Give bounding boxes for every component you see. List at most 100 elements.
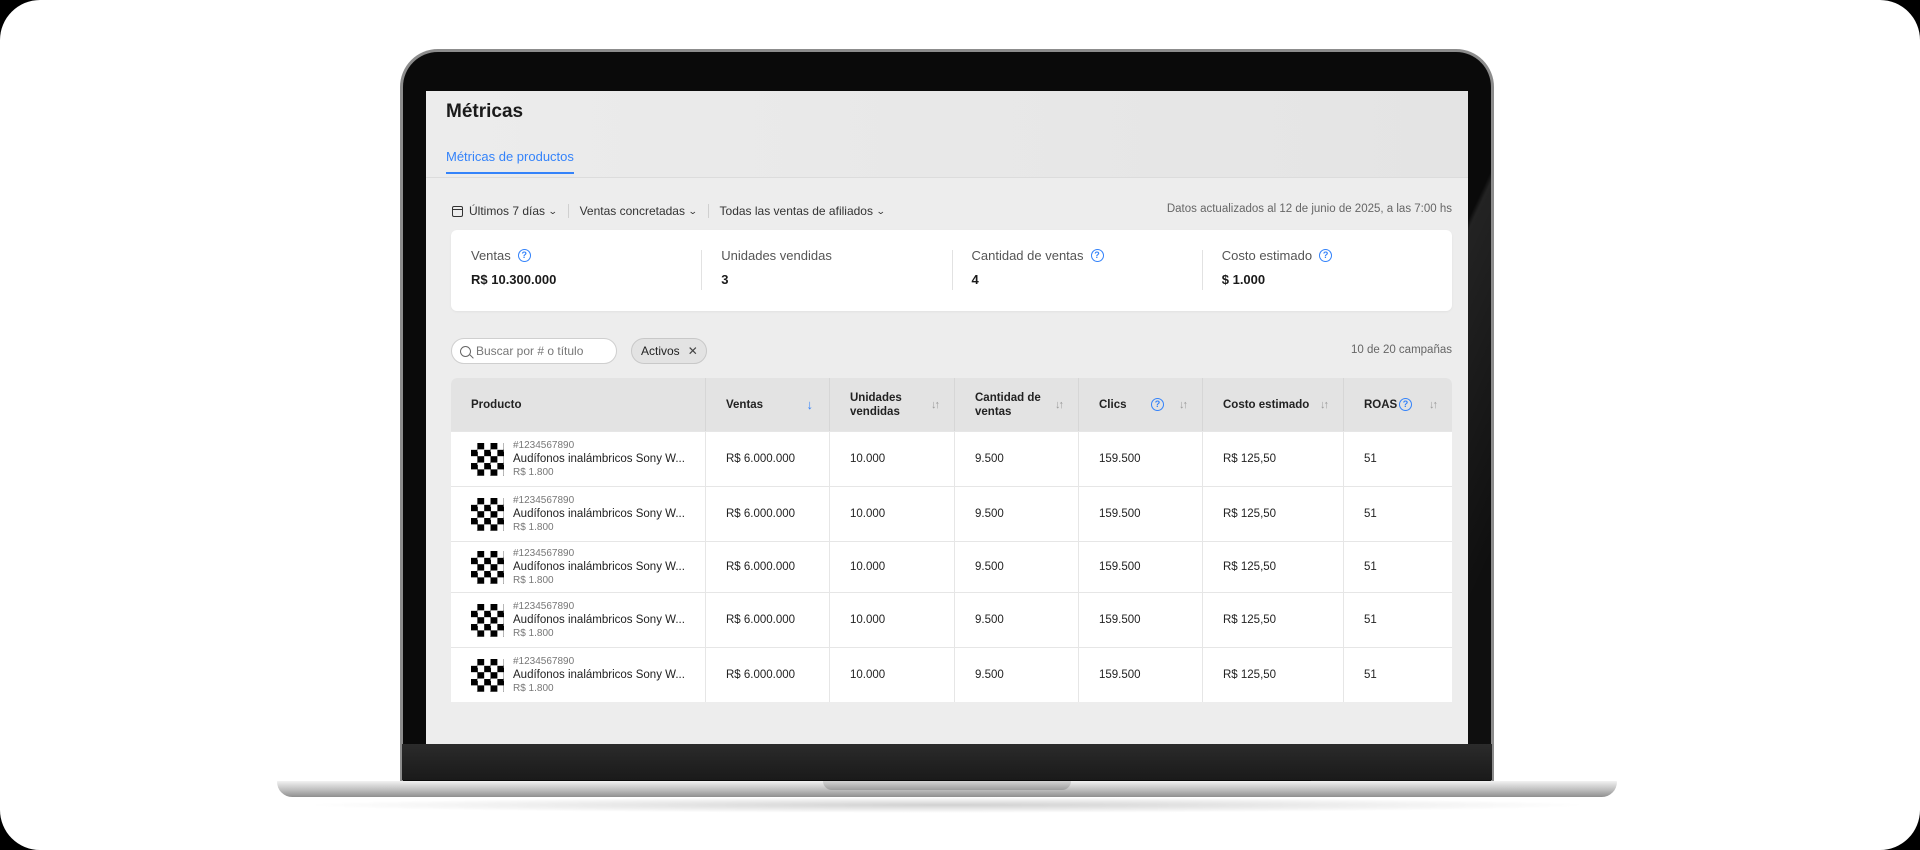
col-label: Unidades vendidas — [850, 391, 902, 418]
page-title: Métricas — [446, 101, 524, 122]
product-id: #1234567890 — [513, 495, 575, 506]
cell-ventas: R$ 6.000.000 — [706, 432, 830, 486]
cell-ventas: R$ 6.000.000 — [706, 593, 830, 647]
table-row[interactable]: #1234567890 Audífonos inalámbricos Sony … — [451, 592, 1452, 647]
col-producto: Producto — [451, 378, 706, 431]
search-input[interactable] — [476, 344, 611, 358]
kpi-value: R$ 10.300.000 — [471, 272, 557, 287]
product-thumbnail — [471, 442, 504, 476]
product-name[interactable]: Audífonos inalámbricos Sony W... — [513, 508, 685, 520]
table-header: Producto Ventas ↓ Unidades vendidas ↓↑ Can… — [451, 378, 1452, 431]
product-price: R$ 1.800 — [513, 683, 554, 694]
cell-roas: 51 — [1364, 614, 1377, 626]
cell-costo: R$ 125,50 — [1203, 648, 1344, 702]
cell-ventas: R$ 6.000.000 — [706, 487, 830, 541]
cell-clics: 159.500 — [1079, 487, 1203, 541]
help-icon[interactable]: ? — [1319, 249, 1333, 262]
product-cell: #1234567890 Audífonos inalámbricos Sony … — [451, 432, 706, 486]
filter-bar: Últimos 7 días ⌄ Ventas concretadas ⌄ To… — [452, 203, 886, 219]
cell-costo: R$ 125,50 — [1203, 487, 1344, 541]
product-thumbnail — [471, 497, 504, 531]
laptop-shadow — [300, 797, 1594, 813]
product-thumbnail — [471, 603, 504, 637]
laptop-base — [277, 781, 1617, 797]
help-icon[interactable]: ? — [1090, 249, 1104, 262]
product-price: R$ 1.800 — [513, 628, 554, 639]
product-name[interactable]: Audífonos inalámbricos Sony W... — [513, 453, 685, 465]
kpi-value: 3 — [721, 272, 729, 287]
kpi-label: Unidades vendidas — [721, 248, 832, 263]
search-icon — [460, 345, 471, 357]
filter-chip-activos[interactable]: Activos ✕ — [631, 338, 707, 364]
cell-costo: R$ 125,50 — [1203, 432, 1344, 486]
campaign-count: 10 de 20 campañas — [1350, 344, 1452, 356]
metrics-table: Producto Ventas ↓ Unidades vendidas ↓↑ Can… — [451, 378, 1452, 702]
sort-icon[interactable]: ↓↑ — [931, 398, 940, 412]
chevron-down-icon: ⌄ — [687, 205, 698, 216]
kpi-summary-card: Ventas? R$ 10.300.000 Unidades vendidas … — [451, 230, 1452, 311]
cell-unidades: 10.000 — [830, 593, 955, 647]
cell-clics: 159.500 — [1079, 593, 1203, 647]
laptop-screen: Métricas Métricas de productos Últimos 7… — [426, 91, 1468, 744]
cell-roas: 51 — [1364, 561, 1377, 573]
product-name[interactable]: Audífonos inalámbricos Sony W... — [513, 561, 685, 573]
cell-roas: 51 — [1364, 453, 1377, 465]
product-name[interactable]: Audífonos inalámbricos Sony W... — [513, 669, 685, 681]
help-icon[interactable]: ? — [1151, 398, 1164, 411]
col-roas[interactable]: ROAS? ↓↑ — [1344, 378, 1452, 431]
col-ventas[interactable]: Ventas ↓ — [706, 378, 830, 431]
product-id: #1234567890 — [513, 548, 575, 559]
cell-ventas: R$ 6.000.000 — [706, 648, 830, 702]
cell-clics: 159.500 — [1079, 648, 1203, 702]
affiliates-dropdown[interactable]: Todas las ventas de afiliados ⌄ — [719, 204, 886, 218]
calendar-icon — [452, 205, 463, 217]
col-costo[interactable]: Costo estimado ↓↑ — [1203, 378, 1344, 431]
kpi-value: 4 — [971, 272, 979, 287]
close-icon[interactable]: ✕ — [688, 344, 698, 358]
cell-cantidad: 9.500 — [955, 487, 1079, 541]
sort-icon[interactable]: ↓↑ — [1179, 398, 1188, 412]
help-icon[interactable]: ? — [1399, 398, 1412, 411]
kpi-ventas: Ventas? R$ 10.300.000 — [451, 230, 701, 311]
period-label: Últimos 7 días — [469, 204, 546, 218]
table-row[interactable]: #1234567890 Audífonos inalámbricos Sony … — [451, 541, 1452, 592]
product-id: #1234567890 — [513, 440, 575, 451]
col-label: ROAS — [1364, 398, 1398, 411]
sales-type-dropdown[interactable]: Ventas concretadas ⌄ — [580, 204, 698, 218]
chip-label: Activos — [641, 344, 680, 358]
help-icon[interactable]: ? — [517, 249, 531, 262]
chevron-down-icon: ⌄ — [875, 205, 886, 216]
product-price: R$ 1.800 — [513, 522, 554, 533]
table-row[interactable]: #1234567890 Audífonos inalámbricos Sony … — [451, 431, 1452, 486]
col-clics[interactable]: Clics? ↓↑ — [1079, 378, 1203, 431]
cell-roas: 51 — [1364, 508, 1377, 520]
col-label: Cantidad de ventas — [975, 391, 1041, 418]
col-cantidad[interactable]: Cantidad de ventas ↓↑ — [955, 378, 1079, 431]
last-updated-text: Datos actualizados al 12 de junio de 202… — [1166, 203, 1452, 215]
sort-icon[interactable]: ↓↑ — [1055, 398, 1064, 412]
product-cell: #1234567890 Audífonos inalámbricos Sony … — [451, 593, 706, 647]
period-dropdown[interactable]: Últimos 7 días ⌄ — [452, 204, 558, 218]
table-row[interactable]: #1234567890 Audífonos inalámbricos Sony … — [451, 647, 1452, 702]
affiliates-label: Todas las ventas de afiliados — [719, 204, 873, 218]
product-cell: #1234567890 Audífonos inalámbricos Sony … — [451, 487, 706, 541]
kpi-costo-estimado: Costo estimado? $ 1.000 — [1201, 230, 1452, 311]
tab-metricas-productos[interactable]: Métricas de productos — [446, 149, 574, 174]
kpi-unidades-vendidas: Unidades vendidas 3 — [701, 230, 951, 311]
product-thumbnail — [471, 550, 504, 584]
product-name[interactable]: Audífonos inalámbricos Sony W... — [513, 614, 685, 626]
sort-icon[interactable]: ↓↑ — [1429, 398, 1438, 412]
page-header: Métricas Métricas de productos — [426, 91, 1468, 178]
cell-cantidad: 9.500 — [955, 542, 1079, 592]
outer-canvas: Métricas Métricas de productos Últimos 7… — [0, 0, 1920, 850]
kpi-cantidad-ventas: Cantidad de ventas? 4 — [951, 230, 1202, 311]
col-label: Costo estimado — [1223, 398, 1310, 411]
cell-cantidad: 9.500 — [955, 593, 1079, 647]
arrow-down-icon[interactable]: ↓ — [807, 397, 814, 412]
sort-icon[interactable]: ↓↑ — [1320, 398, 1329, 412]
kpi-label: Costo estimado — [1221, 248, 1313, 263]
kpi-label: Ventas — [471, 248, 511, 263]
col-unidades[interactable]: Unidades vendidas ↓↑ — [830, 378, 955, 431]
cell-costo: R$ 125,50 — [1203, 542, 1344, 592]
table-row[interactable]: #1234567890 Audífonos inalámbricos Sony … — [451, 486, 1452, 541]
